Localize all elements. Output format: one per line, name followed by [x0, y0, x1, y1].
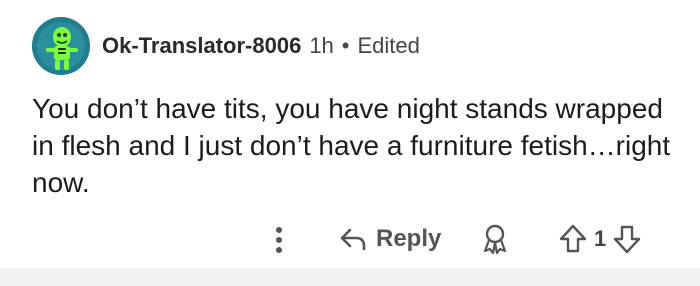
- upvote-button[interactable]: [558, 222, 588, 256]
- username[interactable]: Ok-Translator-8006: [102, 33, 301, 59]
- comment-header: Ok-Translator-8006 1h • Edited: [32, 16, 420, 76]
- vote-controls: 1: [558, 220, 642, 258]
- reply-label: Reply: [376, 225, 442, 252]
- comment-meta: Ok-Translator-8006 1h • Edited: [102, 33, 420, 59]
- divider-bar: [0, 268, 700, 286]
- upvote-arrow-icon: [559, 224, 587, 253]
- reply-arrow-icon: [340, 228, 366, 251]
- green-cartoon-avatar-icon: [32, 17, 90, 75]
- comment-card: Ok-Translator-8006 1h • Edited You don’t…: [0, 0, 700, 268]
- downvote-arrow-icon: [614, 225, 641, 254]
- more-options-button[interactable]: [266, 222, 292, 258]
- award-button[interactable]: [478, 222, 512, 256]
- comment-actions: Reply 1: [0, 214, 700, 264]
- vertical-dots-icon: [276, 227, 282, 253]
- edited-label: Edited: [357, 33, 420, 58]
- meta-separator: •: [341, 33, 350, 58]
- award-icon: [483, 224, 507, 255]
- user-avatar[interactable]: [32, 17, 90, 75]
- comment-body: You don’t have tits, you have night stan…: [32, 93, 671, 198]
- vote-count: 1: [594, 226, 607, 251]
- reply-button[interactable]: Reply: [338, 220, 441, 258]
- timestamp: 1h: [309, 33, 334, 58]
- downvote-button[interactable]: [612, 222, 642, 256]
